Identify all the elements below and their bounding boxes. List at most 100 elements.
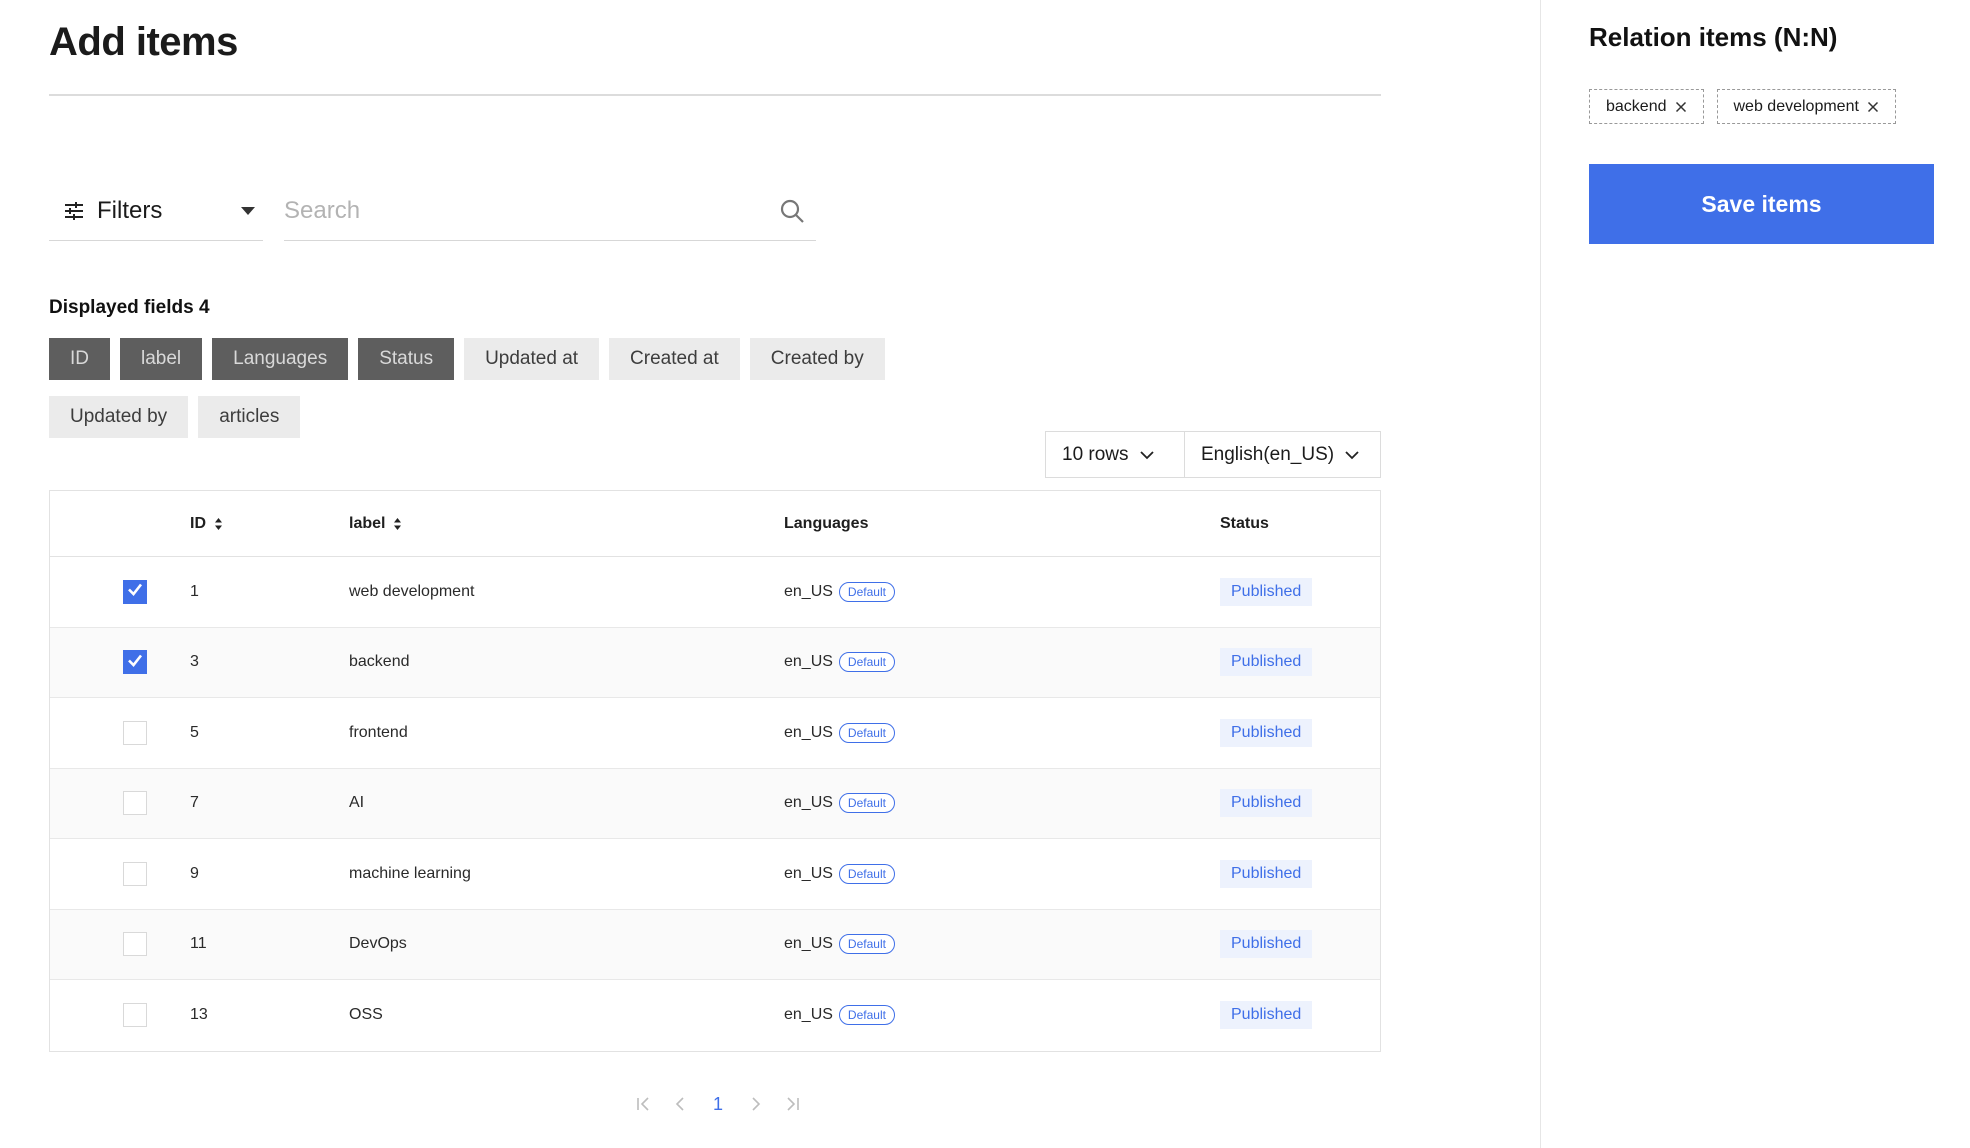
column-header-label: Status <box>1220 515 1269 532</box>
row-select-cell <box>123 557 147 627</box>
table-header: ID label Languages Status <box>50 491 1380 557</box>
column-header-languages: Languages <box>784 515 868 533</box>
sliders-icon <box>63 200 85 222</box>
column-header-label: label <box>349 515 386 532</box>
cell-status: Published <box>1220 839 1313 909</box>
first-page-icon[interactable] <box>635 1095 653 1113</box>
cell-id: 9 <box>190 864 199 882</box>
field-chip[interactable]: articles <box>198 396 301 438</box>
main-panel: Add items Filters Displayed fields 4 IDl… <box>0 0 1540 1148</box>
table-row[interactable]: 7 AI en_US Default Published <box>50 768 1380 839</box>
cell-languages: en_US Default <box>784 769 895 839</box>
cell-id: 13 <box>190 1006 208 1024</box>
status-badge: Published <box>1220 789 1313 818</box>
displayed-fields-count: 4 <box>198 297 210 318</box>
cell-status: Published <box>1220 769 1313 839</box>
field-chip[interactable]: Status <box>358 338 455 380</box>
field-chips: ID label Languages Status Updated at Created … <box>49 338 929 438</box>
next-page-icon[interactable] <box>747 1095 765 1113</box>
row-checkbox[interactable] <box>123 932 147 957</box>
table-row[interactable]: 3 backend en_US Default Published <box>50 627 1380 698</box>
language-value: English(en_US) <box>1201 443 1335 465</box>
field-chip[interactable]: Languages <box>212 338 349 380</box>
language-code: en_US <box>784 582 833 600</box>
field-chip[interactable]: Created at <box>609 338 740 380</box>
items-table: ID label Languages Status 1 web developme… <box>49 490 1381 1052</box>
row-checkbox[interactable] <box>123 579 147 604</box>
field-chip[interactable]: ID <box>49 338 110 380</box>
save-items-button[interactable]: Save items <box>1589 164 1934 244</box>
cell-languages: en_US Default <box>784 698 895 768</box>
cell-id: 11 <box>190 935 207 953</box>
displayed-fields-title: Displayed fields 4 <box>49 297 210 319</box>
default-badge: Default <box>838 934 895 955</box>
status-badge: Published <box>1220 1001 1313 1030</box>
default-badge: Default <box>838 722 895 743</box>
close-icon[interactable] <box>1675 101 1687 113</box>
sort-icon[interactable] <box>214 517 223 531</box>
language-select[interactable]: English(en_US) <box>1184 431 1381 478</box>
relation-title: Relation items (N:N) <box>1589 22 1838 52</box>
field-chip[interactable]: Updated by <box>49 396 189 438</box>
close-icon[interactable] <box>1867 101 1879 113</box>
cell-status: Published <box>1220 698 1313 768</box>
relation-tag-label: web development <box>1733 97 1859 115</box>
table-row[interactable]: 11 DevOps en_US Default Published <box>50 909 1380 980</box>
title-divider <box>49 94 1381 96</box>
cell-label: OSS <box>349 1006 383 1024</box>
table-row[interactable]: 9 machine learning en_US Default Published <box>50 839 1380 910</box>
last-page-icon[interactable] <box>783 1095 801 1113</box>
chevron-down-icon <box>1139 447 1155 463</box>
cell-status: Published <box>1220 980 1313 1051</box>
status-badge: Published <box>1220 718 1313 747</box>
search-input[interactable] <box>284 196 754 225</box>
cell-label: backend <box>349 653 410 671</box>
cell-label: DevOps <box>349 935 407 953</box>
relation-panel: Relation items (N:N) backend web developm… <box>1541 0 1970 1148</box>
column-header-label: ID <box>190 515 206 532</box>
chevron-down-icon <box>1344 447 1360 463</box>
status-badge: Published <box>1220 930 1313 959</box>
row-select-cell <box>123 769 147 839</box>
filters-label: Filters <box>97 196 163 224</box>
status-badge: Published <box>1220 859 1313 888</box>
filters-dropdown[interactable]: Filters <box>49 181 263 241</box>
status-badge: Published <box>1220 648 1313 677</box>
page-title: Add items <box>49 20 238 64</box>
language-code: en_US <box>784 794 833 812</box>
table-row[interactable]: 1 web development en_US Default Published <box>50 557 1380 628</box>
row-checkbox[interactable] <box>123 1003 147 1028</box>
field-chip[interactable]: Updated at <box>464 338 600 380</box>
field-chip[interactable]: label <box>120 338 203 380</box>
column-header-label: Languages <box>784 515 869 532</box>
row-checkbox[interactable] <box>123 791 147 816</box>
default-badge: Default <box>838 1005 895 1026</box>
cell-languages: en_US Default <box>784 839 895 909</box>
field-chip[interactable]: Created by <box>749 338 885 380</box>
sort-icon[interactable] <box>393 517 402 531</box>
row-checkbox[interactable] <box>123 861 147 886</box>
cell-id: 5 <box>190 723 199 741</box>
prev-page-icon[interactable] <box>671 1095 689 1113</box>
cell-id: 3 <box>190 653 199 671</box>
page-number[interactable]: 1 <box>713 1094 723 1115</box>
check-icon <box>126 651 144 674</box>
column-header-label-field[interactable]: label <box>349 515 402 533</box>
search-box <box>284 181 816 241</box>
cell-label: web development <box>349 582 475 600</box>
pagination: 1 <box>635 1090 801 1118</box>
search-icon[interactable] <box>778 197 806 225</box>
cell-languages: en_US Default <box>784 628 895 698</box>
check-icon <box>126 580 144 603</box>
language-code: en_US <box>784 935 833 953</box>
row-checkbox[interactable] <box>123 720 147 745</box>
cell-label: machine learning <box>349 864 471 882</box>
column-header-id[interactable]: ID <box>190 515 223 533</box>
default-badge: Default <box>838 863 895 884</box>
language-code: en_US <box>784 864 833 882</box>
row-checkbox[interactable] <box>123 650 147 675</box>
table-row[interactable]: 5 frontend en_US Default Published <box>50 698 1380 769</box>
rows-per-page-select[interactable]: 10 rows <box>1045 431 1185 478</box>
table-body: 1 web development en_US Default Published 3 ba… <box>50 557 1380 1051</box>
table-row[interactable]: 13 OSS en_US Default Published <box>50 980 1380 1051</box>
